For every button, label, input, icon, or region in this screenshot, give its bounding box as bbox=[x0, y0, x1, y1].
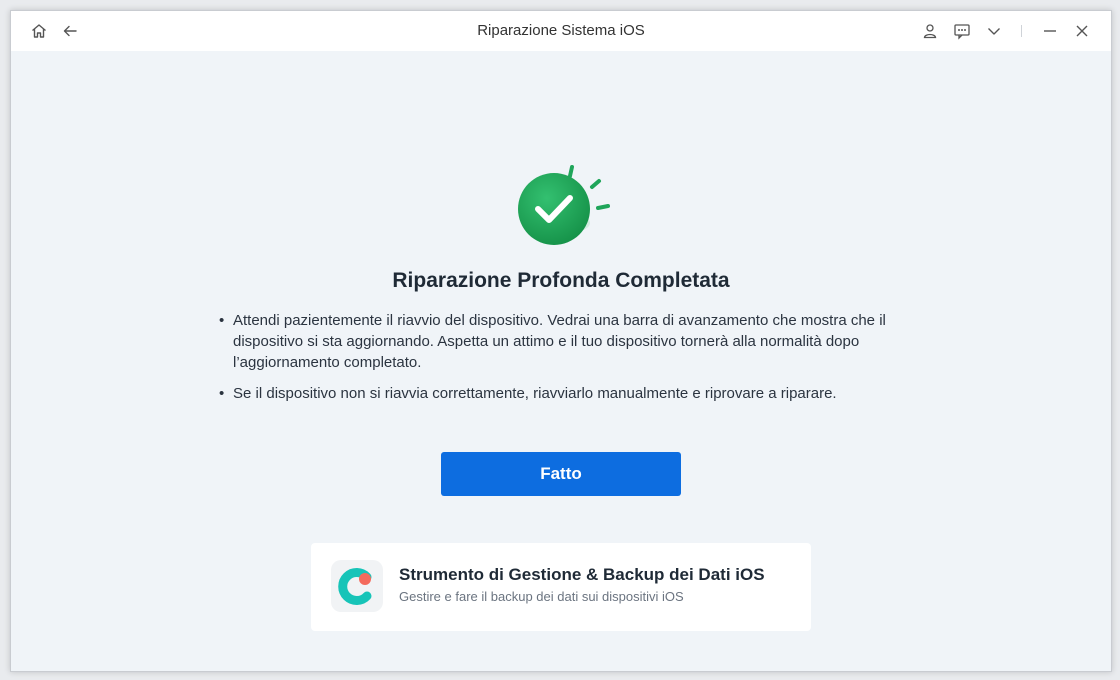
user-icon[interactable] bbox=[918, 19, 942, 43]
feedback-icon[interactable] bbox=[950, 19, 974, 43]
minimize-icon[interactable] bbox=[1038, 19, 1062, 43]
list-item: • Se il dispositivo non si riavvia corre… bbox=[217, 383, 907, 404]
promo-title: Strumento di Gestione & Backup dei Dati … bbox=[399, 565, 765, 584]
list-item: • Attendi pazientemente il riavvio del d… bbox=[217, 310, 907, 373]
bullet-icon: • bbox=[219, 312, 225, 329]
promo-subtitle: Gestire e fare il backup dei dati sui di… bbox=[399, 589, 684, 604]
window-title: Riparazione Sistema iOS bbox=[477, 22, 645, 39]
title-bar: Riparazione Sistema iOS bbox=[11, 11, 1111, 51]
app-logo-icon bbox=[331, 560, 383, 612]
close-icon[interactable] bbox=[1070, 19, 1094, 43]
chevron-down-icon[interactable] bbox=[982, 19, 1006, 43]
instructions-list: • Attendi pazientemente il riavvio del d… bbox=[217, 310, 907, 414]
app-window: Riparazione Sistema iOS Riparazione Prof… bbox=[10, 10, 1112, 672]
success-check-icon bbox=[509, 151, 619, 261]
instruction-text: Se il dispositivo non si riavvia corrett… bbox=[233, 385, 837, 402]
titlebar-divider bbox=[1021, 25, 1022, 37]
done-button[interactable]: Fatto bbox=[441, 452, 681, 496]
main-content: Riparazione Profonda Completata • Attend… bbox=[11, 51, 1111, 671]
instruction-text: Attendi pazientemente il riavvio del dis… bbox=[233, 312, 886, 371]
page-title: Riparazione Profonda Completata bbox=[392, 269, 730, 292]
bullet-icon: • bbox=[219, 385, 225, 402]
promo-card[interactable]: Strumento di Gestione & Backup dei Dati … bbox=[311, 543, 811, 631]
